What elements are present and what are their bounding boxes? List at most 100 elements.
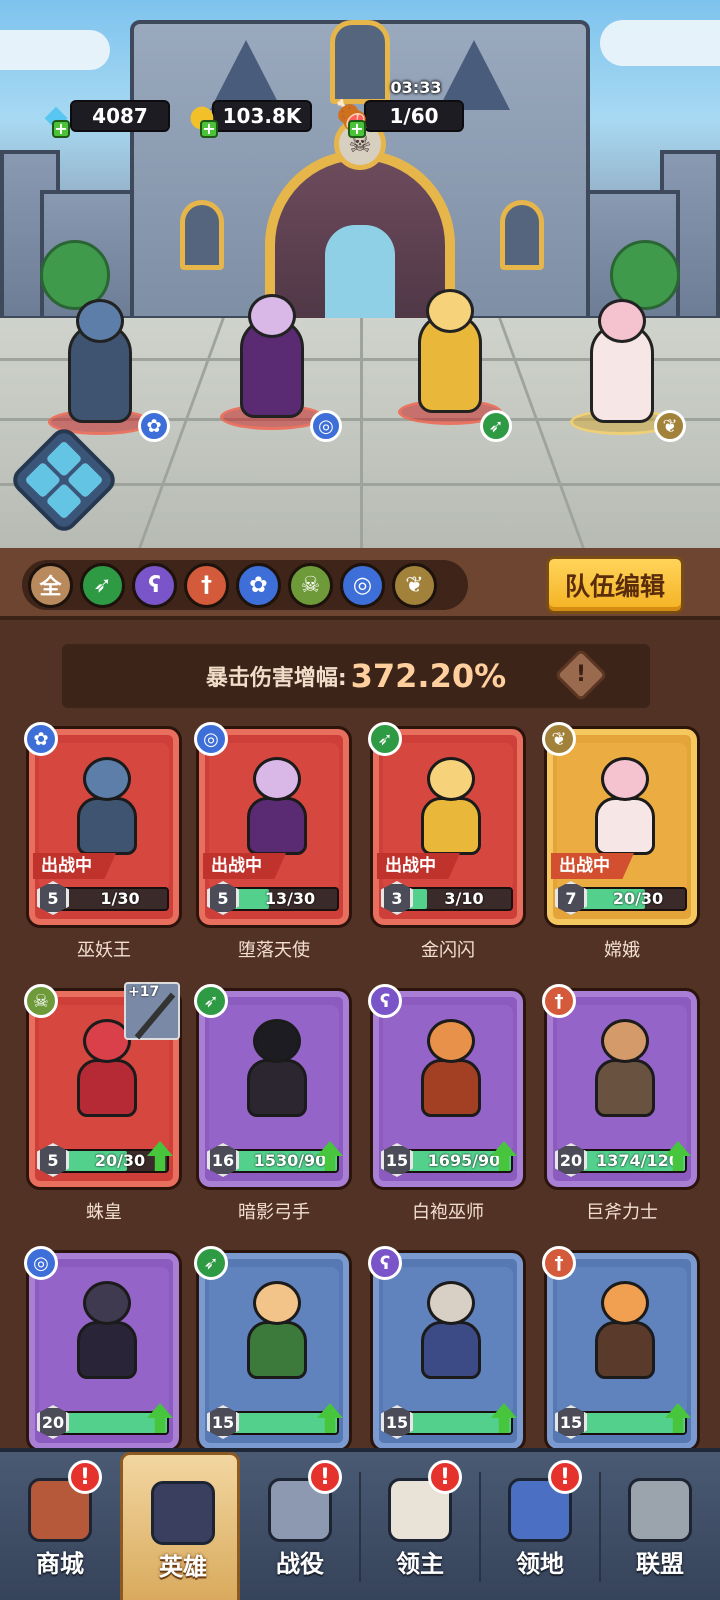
hero-portrait [237,1275,317,1385]
hero-portrait [585,1013,665,1123]
in-battle-tag: 出战中 [33,853,116,879]
wings-icon: ❦ [654,410,686,442]
nav-knight-helmet[interactable]: 联盟 [600,1452,720,1600]
nav-label: 联盟 [636,1550,684,1578]
in-battle-tag: 出战中 [551,853,634,879]
in-battle-tag: 出战中 [203,853,286,879]
gate-opening [325,225,395,330]
hero-class-icon: ʕ [368,984,402,1018]
nav-label: 商城 [36,1550,84,1578]
hero-card[interactable]: 出战中 3/10 3 [370,726,526,928]
nav-label: 战役 [276,1550,324,1578]
hero-portrait [411,1013,491,1123]
hero-panel: 全 ➶ ʕ † ✿ ☠ ◎ ❦ 队伍编辑 暴击伤害增幅: 372.20% ! 出… [0,548,720,1452]
add-stamina-icon[interactable]: + [348,120,366,138]
add-gems-icon[interactable]: + [52,120,70,138]
nav-label: 英雄 [159,1553,207,1581]
hero-name: 堕落天使 [238,940,310,961]
hero-portrait [585,1275,665,1385]
battle-scene: ☠ ✿ ◎ ➶ ❦ 4087 ◆ + 103.8K ● + 1/60 🍖 + 0… [0,0,720,548]
alert-badge-icon: ! [428,1460,462,1494]
hero-cards-icon [151,1481,215,1545]
hero-card[interactable]: 1695/90 15 [370,988,526,1190]
hero-card[interactable]: 出战中 1/30 5 [26,726,182,928]
hero-name: 蛛皇 [86,1202,122,1223]
hero-portrait [585,751,665,861]
filter-staff-icon[interactable]: ʕ [132,562,177,608]
hero-name: 金闪闪 [421,940,475,961]
filter-wings-icon[interactable]: ❦ [392,562,437,608]
gold-amount: 103.8K [222,104,302,128]
shard-count: 3/10 [444,889,484,908]
hero-card[interactable]: 15 [370,1250,526,1452]
bottom-nav: 商城! 英雄 战役! 领主! 领地! 联盟 [0,1448,720,1600]
hero-card[interactable]: 15 [196,1250,352,1452]
hero-portrait [237,751,317,861]
swirl-icon: ◎ [310,410,342,442]
hero-class-icon: † [542,984,576,1018]
hero-class-icon: ➶ [368,722,402,756]
hero-card[interactable]: 出战中 20/30 7 [544,726,700,928]
knight-helmet-icon [628,1478,692,1542]
team-edit-button[interactable]: 队伍编辑 [546,556,684,614]
hero-name: 巫妖王 [77,940,131,961]
hero-name: 巨斧力士 [586,1202,658,1223]
hero-name: 白袍巫师 [412,1202,484,1223]
add-gold-icon[interactable]: + [200,120,218,138]
formation-hero-3[interactable] [390,289,510,425]
alert-badge-icon: ! [548,1460,582,1494]
alert-badge-icon: ! [68,1460,102,1494]
formation-hero-2[interactable] [212,294,332,430]
filter-swirl-icon[interactable]: ◎ [340,562,385,608]
hero-card[interactable]: 出战中 13/30 5 [196,726,352,928]
game-screen: ☠ ✿ ◎ ➶ ❦ 4087 ◆ + 103.8K ● + 1/60 🍖 + 0… [0,0,720,1600]
gem-amount: 4087 [92,104,148,128]
hero-class-icon: ➶ [194,984,228,1018]
filter-bow-icon[interactable]: ➶ [80,562,125,608]
shard-count: 13/30 [264,889,316,908]
hero-class-icon: ➶ [194,1246,228,1280]
hero-name: 嫦娥 [604,940,640,961]
hero-class-icon: ❦ [542,722,576,756]
hero-class-icon: ◎ [24,1246,58,1280]
hero-portrait [237,1013,317,1123]
filter-skull-icon[interactable]: ☠ [288,562,333,608]
stamina-timer: 03:33 [390,78,442,97]
shard-count: 1/30 [100,889,140,908]
nav-hero-cards[interactable]: 英雄 [120,1452,240,1600]
filter-all[interactable]: 全 [28,562,73,608]
nav-crossed-swords[interactable]: 战役! [240,1452,360,1600]
filter-sword-icon[interactable]: † [184,562,229,608]
stamina-counter[interactable]: 1/60 [364,100,464,132]
hero-card[interactable]: 20 [26,1250,182,1452]
hero-class-icon: ✿ [24,722,58,756]
bow-icon: ➶ [480,410,512,442]
nav-castle[interactable]: 领地! [480,1452,600,1600]
gold-counter[interactable]: 103.8K [212,100,312,132]
exclamation-icon: ! [575,662,587,687]
stamina-amount: 1/60 [389,104,439,128]
stat-value: 372.20% [350,657,507,695]
nav-shop-chest[interactable]: 商城! [0,1452,120,1600]
class-filter-bar: 全 ➶ ʕ † ✿ ☠ ◎ ❦ [22,560,468,610]
alert-badge-icon: ! [308,1460,342,1494]
hero-class-icon: ◎ [194,722,228,756]
hero-card[interactable]: 1530/90 16 [196,988,352,1190]
filter-paw-icon[interactable]: ✿ [236,562,281,608]
hero-card[interactable]: 15 [544,1250,700,1452]
castle-window [180,200,224,270]
crit-damage-stat: 暴击伤害增幅: 372.20% ! [62,644,650,708]
cloud [600,20,720,66]
nav-label: 领主 [396,1550,444,1578]
gem-counter[interactable]: 4087 [70,100,170,132]
info-button[interactable]: ! [554,648,608,702]
hero-card[interactable]: 1374/120 20 [544,988,700,1190]
hero-class-icon: ☠ [24,984,58,1018]
nav-lord-crown[interactable]: 领主! [360,1452,480,1600]
panel-header: 全 ➶ ʕ † ✿ ☠ ◎ ❦ 队伍编辑 [0,548,720,620]
hero-portrait [411,1275,491,1385]
in-battle-tag: 出战中 [377,853,460,879]
castle-window [330,20,390,104]
equipped-spear-icon[interactable]: +17 [124,982,180,1040]
castle-window [500,200,544,270]
